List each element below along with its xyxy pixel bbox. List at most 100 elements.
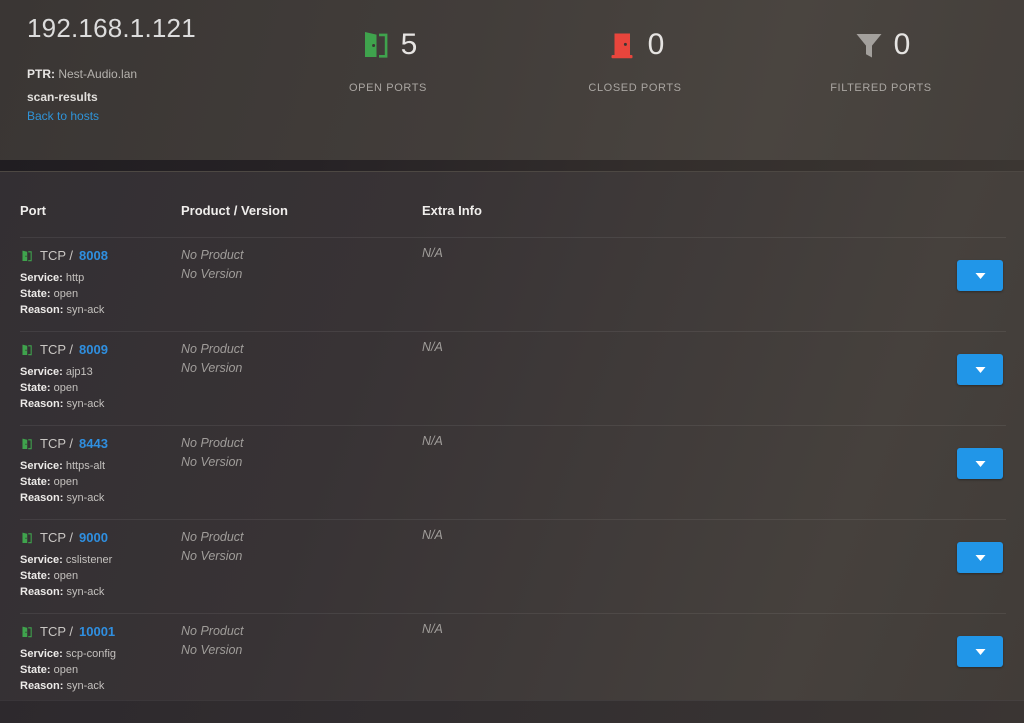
stat-closed-ports: 0 CLOSED PORTS	[535, 22, 735, 94]
door-open-icon	[20, 531, 34, 545]
product-version-cell: No Product No Version	[181, 528, 244, 566]
reason-value: syn-ack	[66, 304, 104, 316]
door-open-icon	[20, 437, 34, 451]
version-value: No Version	[181, 453, 244, 472]
service-label: Service:	[20, 648, 63, 660]
service-value: https-alt	[66, 460, 105, 472]
host-ip-title: 192.168.1.121	[27, 13, 196, 44]
reason-value: syn-ack	[66, 586, 104, 598]
version-value: No Version	[181, 359, 244, 378]
service-line: Service: cslistener	[20, 552, 112, 568]
reason-line: Reason: syn-ack	[20, 678, 116, 694]
port-protocol: TCP /	[40, 530, 73, 545]
port-heading: TCP / 8009	[20, 342, 108, 357]
expand-row-button[interactable]	[957, 448, 1003, 479]
chevron-down-icon	[975, 272, 986, 280]
reason-label: Reason:	[20, 398, 63, 410]
table-row: TCP / 9000 Service: cslistener State: op…	[0, 520, 1006, 614]
column-header-product: Product / Version	[181, 203, 288, 218]
column-header-extra: Extra Info	[422, 203, 482, 218]
port-protocol: TCP /	[40, 248, 73, 263]
version-value: No Version	[181, 641, 244, 660]
port-meta: Service: https-alt State: open Reason: s…	[20, 458, 105, 506]
state-line: State: open	[20, 474, 105, 490]
stat-closed-value: 0	[648, 30, 665, 60]
ptr-line: PTR: Nest-Audio.lan	[27, 67, 137, 81]
door-open-icon	[20, 249, 34, 263]
expand-row-button[interactable]	[957, 260, 1003, 291]
stat-open-label: OPEN PORTS	[288, 82, 488, 94]
stat-open-ports: 5 OPEN PORTS	[288, 22, 488, 94]
chevron-down-icon	[975, 648, 986, 656]
door-open-icon	[20, 625, 34, 639]
port-protocol: TCP /	[40, 436, 73, 451]
page-footer	[0, 700, 1024, 723]
port-number: 10001	[79, 624, 115, 639]
port-meta: Service: cslistener State: open Reason: …	[20, 552, 112, 600]
filter-icon	[852, 28, 886, 62]
header-table-divider	[0, 160, 1024, 172]
product-version-cell: No Product No Version	[181, 340, 244, 378]
reason-line: Reason: syn-ack	[20, 584, 112, 600]
port-heading: TCP / 8443	[20, 436, 108, 451]
expand-row-button[interactable]	[957, 542, 1003, 573]
state-line: State: open	[20, 568, 112, 584]
extra-info-cell: N/A	[422, 528, 443, 542]
state-label: State:	[20, 382, 51, 394]
chevron-down-icon	[975, 460, 986, 468]
reason-value: syn-ack	[66, 680, 104, 692]
service-line: Service: ajp13	[20, 364, 104, 380]
expand-row-button[interactable]	[957, 354, 1003, 385]
table-row: TCP / 10001 Service: scp-config State: o…	[0, 614, 1006, 708]
ports-table: Port Product / Version Extra Info TCP / …	[0, 172, 1024, 700]
reason-line: Reason: syn-ack	[20, 490, 105, 506]
stat-filtered-value: 0	[894, 30, 911, 60]
service-label: Service:	[20, 460, 63, 472]
reason-label: Reason:	[20, 304, 63, 316]
service-value: cslistener	[66, 554, 112, 566]
port-number: 8008	[79, 248, 108, 263]
service-value: http	[66, 272, 84, 284]
port-number: 8443	[79, 436, 108, 451]
extra-info-cell: N/A	[422, 622, 443, 636]
port-number: 9000	[79, 530, 108, 545]
extra-info-cell: N/A	[422, 340, 443, 354]
stat-filtered-label: FILTERED PORTS	[781, 82, 981, 94]
reason-value: syn-ack	[66, 398, 104, 410]
expand-row-button[interactable]	[957, 636, 1003, 667]
state-value: open	[54, 476, 78, 488]
version-value: No Version	[181, 547, 244, 566]
door-closed-icon	[606, 28, 640, 62]
product-value: No Product	[181, 340, 244, 359]
port-meta: Service: ajp13 State: open Reason: syn-a…	[20, 364, 104, 412]
state-label: State:	[20, 570, 51, 582]
product-value: No Product	[181, 434, 244, 453]
port-heading: TCP / 10001	[20, 624, 115, 639]
product-version-cell: No Product No Version	[181, 434, 244, 472]
chevron-down-icon	[975, 554, 986, 562]
reason-value: syn-ack	[66, 492, 104, 504]
reason-label: Reason:	[20, 586, 63, 598]
extra-info-cell: N/A	[422, 246, 443, 260]
table-row: TCP / 8443 Service: https-alt State: ope…	[0, 426, 1006, 520]
state-value: open	[54, 570, 78, 582]
state-label: State:	[20, 288, 51, 300]
product-value: No Product	[181, 622, 244, 641]
port-number: 8009	[79, 342, 108, 357]
column-header-port: Port	[20, 203, 46, 218]
back-to-hosts-link[interactable]: Back to hosts	[27, 109, 99, 123]
reason-line: Reason: syn-ack	[20, 302, 104, 318]
scan-name: scan-results	[27, 90, 98, 104]
service-line: Service: http	[20, 270, 104, 286]
door-open-icon	[20, 343, 34, 357]
door-open-icon	[359, 28, 393, 62]
port-protocol: TCP /	[40, 342, 73, 357]
product-value: No Product	[181, 528, 244, 547]
state-value: open	[54, 288, 78, 300]
chevron-down-icon	[975, 366, 986, 374]
port-heading: TCP / 9000	[20, 530, 108, 545]
page-header: 192.168.1.121 PTR: Nest-Audio.lan scan-r…	[0, 0, 1024, 160]
service-value: ajp13	[66, 366, 93, 378]
reason-line: Reason: syn-ack	[20, 396, 104, 412]
service-line: Service: scp-config	[20, 646, 116, 662]
